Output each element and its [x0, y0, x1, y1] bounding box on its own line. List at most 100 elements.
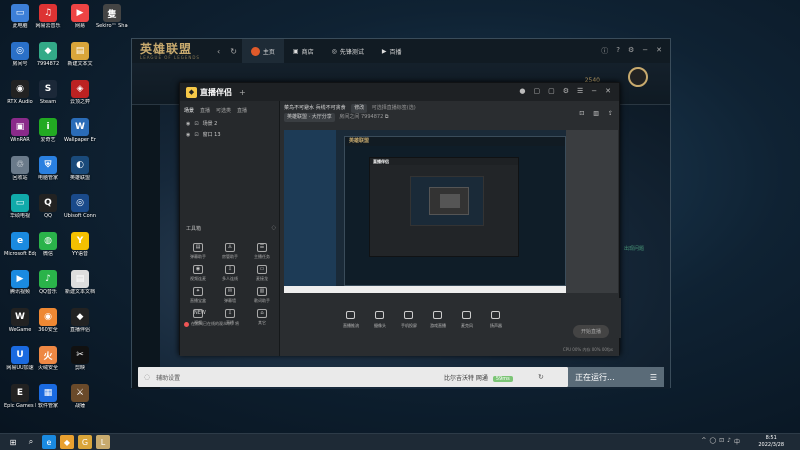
minimize-icon[interactable]: −: [591, 87, 597, 95]
desktop-icon[interactable]: Y YY语音: [64, 232, 96, 266]
desktop-icon[interactable]: ⛨ 电脑管家: [32, 156, 64, 190]
desktop-icon[interactable]: ◍ 微信: [32, 232, 64, 266]
hot-tag-label[interactable]: 可选择直播标签(选): [372, 105, 416, 111]
app-icon: ◍: [39, 232, 57, 250]
tab-live[interactable]: 直播: [200, 107, 210, 114]
stream-tool-button[interactable]: 扬声器: [485, 311, 507, 329]
desktop-icon[interactable]: ▤ 新建文本文档: [64, 270, 96, 304]
desktop-icon[interactable]: 火火绒安全: [32, 346, 64, 380]
add-icon[interactable]: +: [239, 88, 246, 97]
desktop-icon[interactable]: ◉ 360安全: [32, 308, 64, 342]
settings-icon[interactable]: ⚙: [563, 87, 569, 95]
desktop-icon[interactable]: ▦ 软件管家: [32, 384, 64, 418]
tab-live-2[interactable]: 直播: [237, 107, 247, 114]
help-icon[interactable]: ?: [616, 46, 620, 56]
notification-icon[interactable]: ▢: [533, 87, 540, 95]
preview-bottom-bar: [284, 286, 566, 293]
tab-home-label: 主页: [262, 48, 275, 56]
stream-tool-button[interactable]: 麦克风: [456, 311, 478, 329]
toolbox-item[interactable]: ◉ 视频连麦: [182, 265, 214, 282]
back-arrow-icon[interactable]: ‹: [217, 47, 220, 56]
refresh-icon[interactable]: ↻: [230, 47, 237, 56]
desktop-icon[interactable]: ◎Ubisoft Connect: [64, 194, 96, 228]
settings-icon[interactable]: ⚙: [628, 46, 634, 56]
tab-optional[interactable]: 可选类: [216, 107, 231, 114]
tab-home[interactable]: 主页: [241, 39, 284, 63]
user-avatar-icon[interactable]: ●: [519, 87, 525, 95]
toolbox-item[interactable]: ⇩ 多人连线: [214, 265, 246, 282]
desktop-icon[interactable]: ◆ 直播伴侣: [64, 308, 96, 342]
desktop-icon[interactable]: S Steam: [32, 80, 64, 114]
desktop-icon[interactable]: ♪ QQ音乐: [32, 270, 64, 304]
lock-icon[interactable]: ⊡: [194, 132, 198, 138]
assistant-settings-link[interactable]: 辅助设置: [156, 373, 180, 382]
lock-icon[interactable]: ⊡: [579, 110, 584, 117]
skin-icon[interactable]: ▢: [548, 87, 555, 95]
minimize-icon[interactable]: −: [642, 46, 648, 56]
avatar[interactable]: [628, 67, 648, 87]
taskbar-app[interactable]: L: [96, 435, 110, 449]
tab-scene[interactable]: 场景: [184, 107, 194, 114]
category-tag[interactable]: 英雄联盟 · 大厅分享: [284, 113, 335, 122]
stream-tool-button[interactable]: 摄像头: [369, 311, 391, 329]
app-icon: ▶: [71, 4, 89, 22]
menu-icon[interactable]: ☰: [577, 87, 583, 95]
taskbar-app[interactable]: ◆: [60, 435, 74, 449]
desktop-icon[interactable]: ⚔ 战锤: [64, 384, 96, 418]
tray-icon[interactable]: 中: [734, 437, 740, 446]
stream-tool-button[interactable]: 手机投屏: [398, 311, 420, 329]
desktop-icon[interactable]: ♫ 网易云音乐: [32, 4, 64, 38]
toolbox-item[interactable]: ✦ 直播宝盒: [182, 287, 214, 304]
lol-logo[interactable]: 英雄联盟 LEAGUE OF LEGENDS: [132, 43, 212, 60]
desktop-icon[interactable]: ✂ 剪映: [64, 346, 96, 380]
toolbox-item[interactable]: ☰ 主播任务: [246, 243, 278, 260]
scene-item[interactable]: ◉ ⊡ 场景 2: [180, 118, 279, 129]
desktop-icon[interactable]: WWallpaper Engine: [64, 118, 96, 152]
desktop-icon[interactable]: ◆ 7994872: [32, 42, 64, 76]
toolbox-item[interactable]: ▥ 歌词助手: [246, 287, 278, 304]
taskbar-app[interactable]: ⌕: [24, 435, 38, 449]
desktop-icon[interactable]: 隻Sekiro™ Shadows: [96, 4, 128, 38]
eye-icon[interactable]: ◉: [186, 132, 190, 138]
close-icon[interactable]: ✕: [656, 46, 662, 56]
desktop-icon[interactable]: i 爱奇艺: [32, 118, 64, 152]
stream-preview[interactable]: 英雄联盟 直播伴侣: [284, 130, 566, 293]
eye-icon[interactable]: ◉: [186, 121, 190, 127]
desktop-icon[interactable]: ▶ 网易: [64, 4, 96, 38]
lock-icon[interactable]: ⊡: [194, 121, 198, 127]
menu-icon[interactable]: ☰: [650, 373, 657, 382]
stream-tool-button[interactable]: 直播推流: [340, 311, 362, 329]
clock[interactable]: 8:51 2022/3/28: [758, 435, 784, 449]
tip-text: 在房间已在线的观众中，将: [191, 321, 239, 326]
tray-icon[interactable]: ⊡: [719, 437, 724, 446]
tray-icon[interactable]: ^: [701, 437, 706, 446]
running-status-button[interactable]: 正在运行... ☰: [568, 367, 664, 387]
desktop-icon[interactable]: ▤ 新建文本文: [64, 42, 96, 76]
taskbar-app[interactable]: ⊞: [6, 435, 20, 449]
toolbox-item[interactable]: ♙ 房管助手: [214, 243, 246, 260]
toolbox-item[interactable]: ▤ 弹幕助手: [182, 243, 214, 260]
desktop-icon[interactable]: ◐ 英雄联盟: [64, 156, 96, 190]
desktop-icon[interactable]: Q QQ: [32, 194, 64, 228]
copy-icon[interactable]: ⧉: [385, 114, 389, 120]
stream-tool-button[interactable]: 游戏直播: [427, 311, 449, 329]
tray-icon[interactable]: ◯: [709, 437, 716, 446]
info-icon[interactable]: ⓘ: [601, 46, 608, 56]
scene-item[interactable]: ◉ ⊡ 窗口 13: [180, 129, 279, 140]
tab-pioneer-test[interactable]: ◎ 先锋测试: [323, 39, 373, 63]
taskbar-app[interactable]: e: [42, 435, 56, 449]
tool-label: 歌词助手: [254, 298, 270, 303]
taskbar-app[interactable]: G: [78, 435, 92, 449]
desktop-icon[interactable]: ◈ 云顶之弈: [64, 80, 96, 114]
gift-icon[interactable]: ▥: [593, 110, 599, 117]
start-stream-button[interactable]: 开始直播: [572, 325, 609, 338]
toolbox-item[interactable]: ✉ 弹幕墙: [214, 287, 246, 304]
toolbox-item[interactable]: ▭ 麦接龙: [246, 265, 278, 282]
tab-broadcast[interactable]: ▶ 百播: [373, 39, 411, 63]
edit-title-button[interactable]: 修改: [351, 104, 368, 113]
tray-icon[interactable]: ♪: [727, 437, 731, 446]
tab-store[interactable]: ▣ 商店: [284, 39, 323, 63]
toolbox-settings-icon[interactable]: ◌: [272, 225, 276, 232]
close-icon[interactable]: ✕: [605, 87, 611, 95]
share-icon[interactable]: ⇪: [608, 110, 613, 117]
